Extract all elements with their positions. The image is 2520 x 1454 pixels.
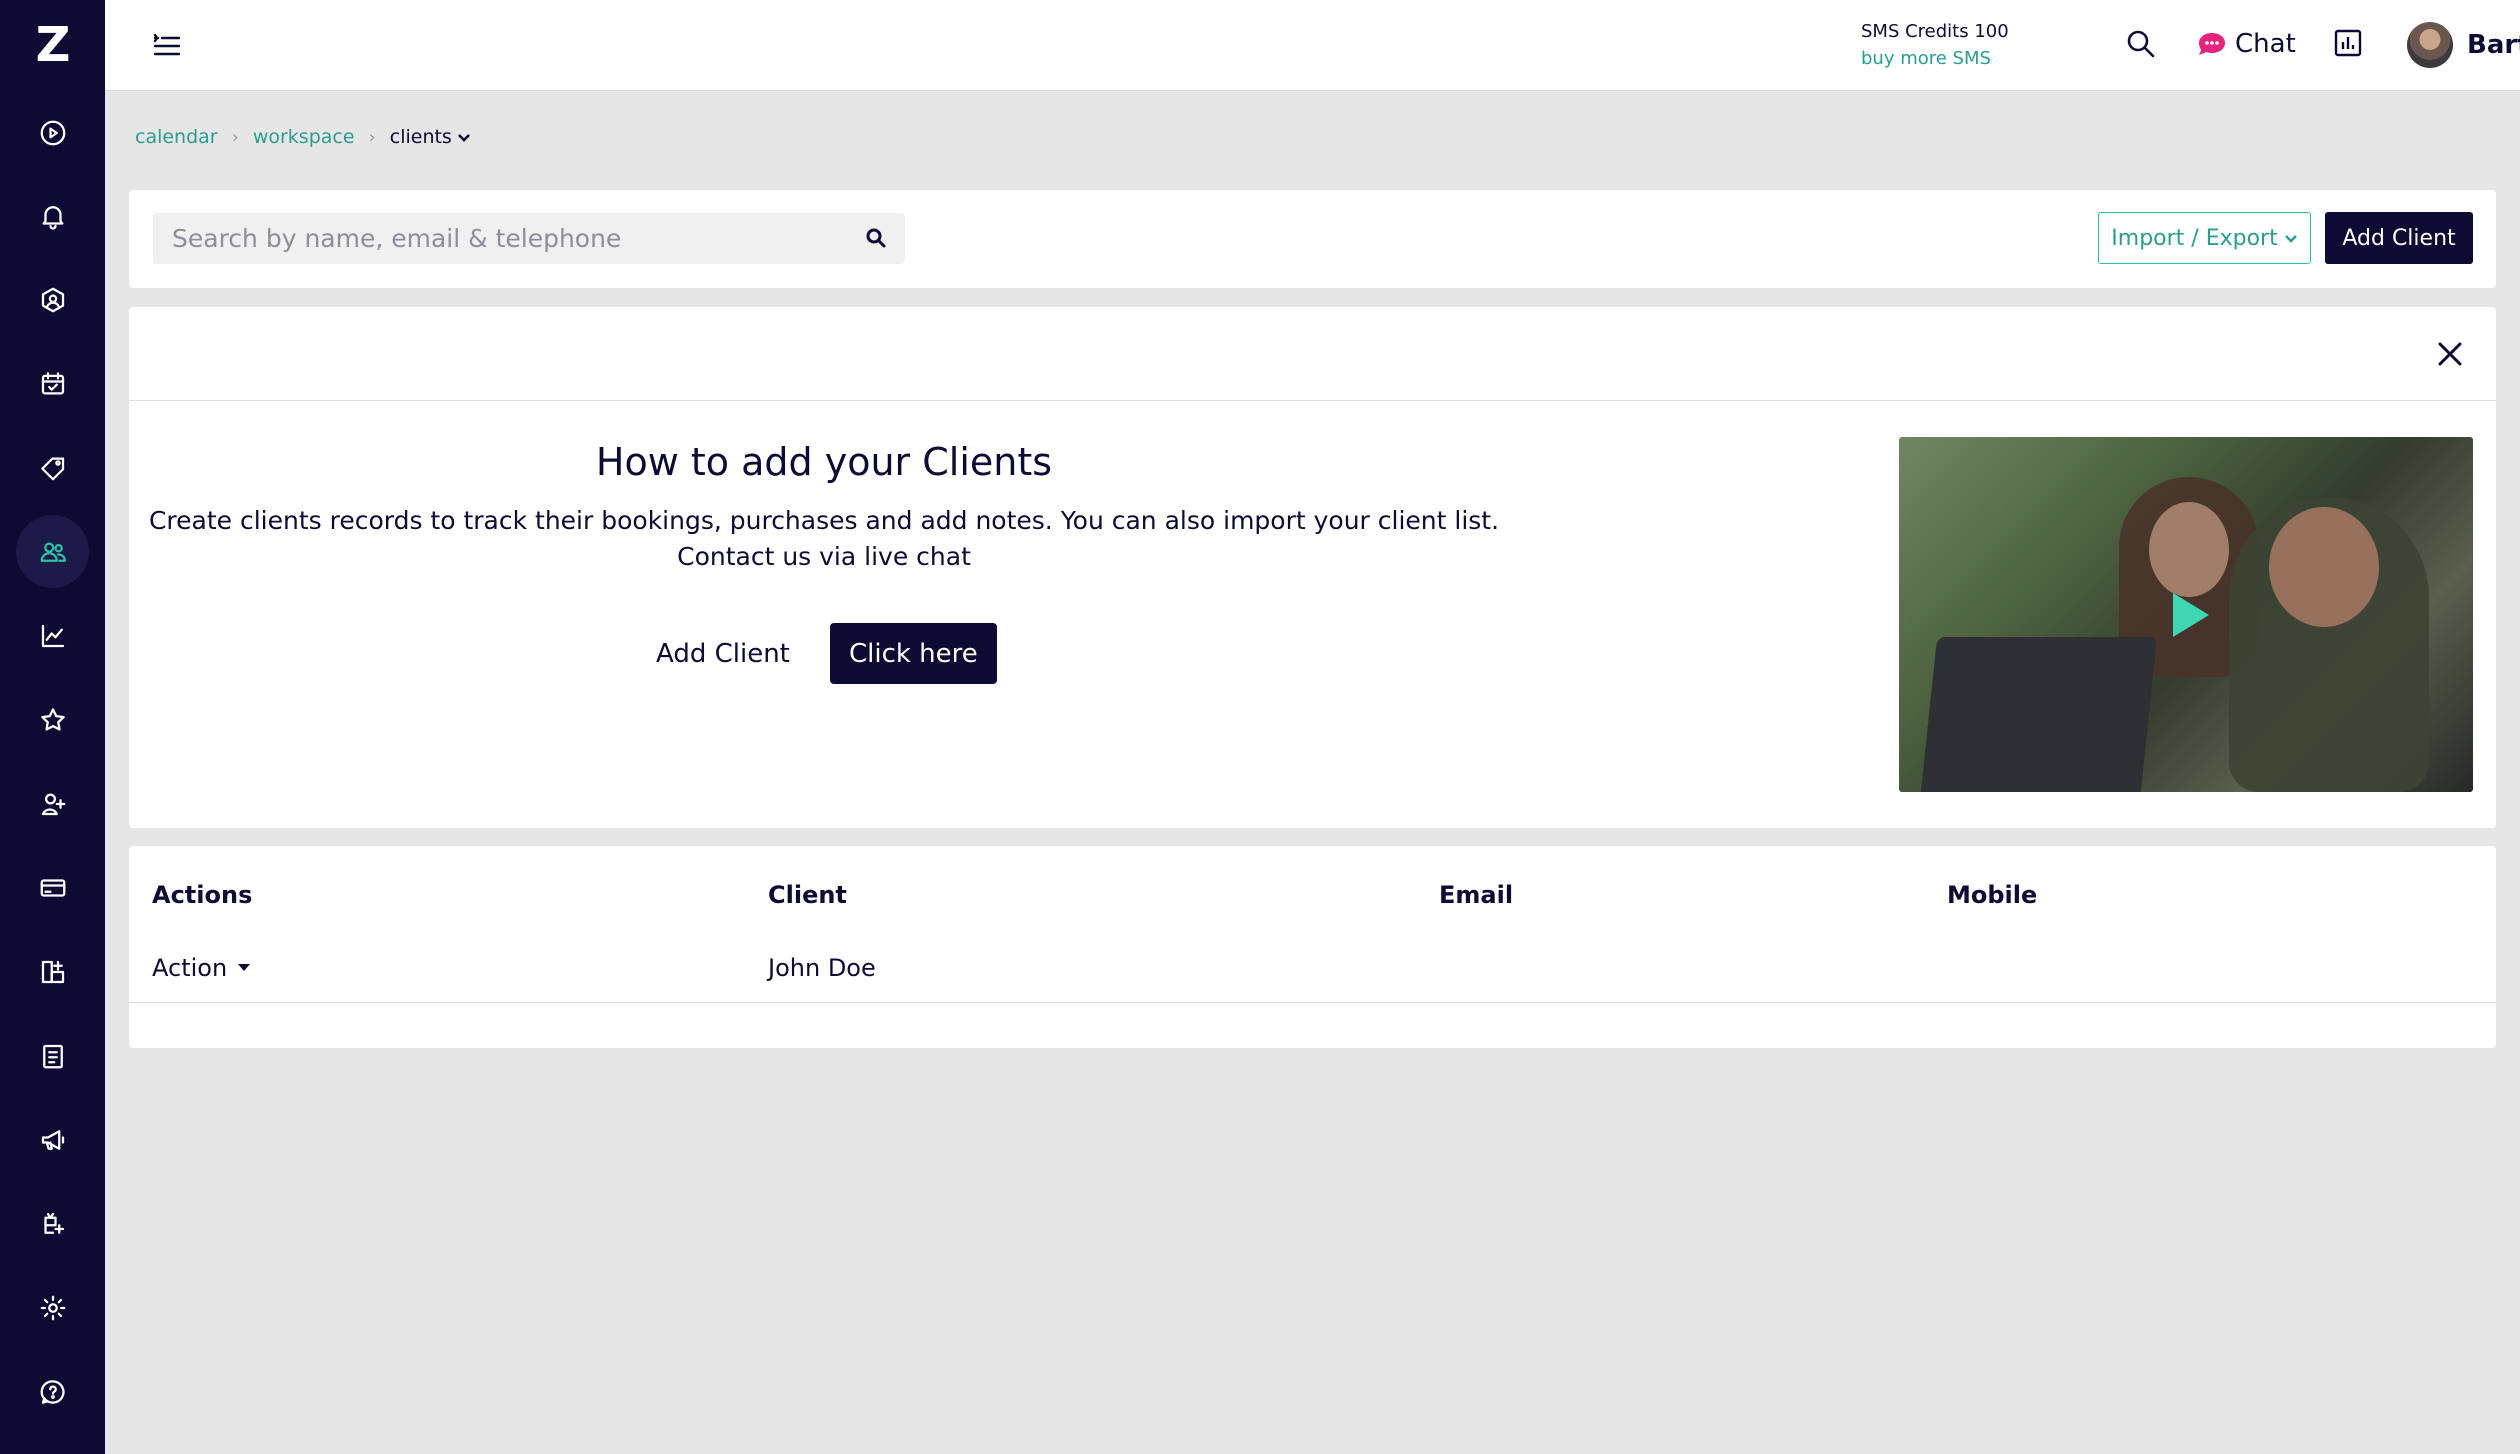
panel-description: Create clients records to track their bo…: [129, 503, 1519, 575]
tutorial-video[interactable]: [1899, 437, 2473, 792]
panel-title: How to add your Clients: [595, 440, 1053, 484]
bar-chart-icon: [2334, 29, 2362, 57]
sidebar-item-gift-icon[interactable]: [16, 1187, 89, 1260]
calendar-check-icon: [41, 371, 64, 394]
chat-button[interactable]: Chat: [2195, 26, 2296, 62]
tag-icon: [40, 457, 64, 480]
reports-button[interactable]: [2332, 27, 2364, 59]
column-header-client: Client: [768, 881, 847, 909]
sidebar-item-tag-icon[interactable]: [16, 431, 89, 504]
breadcrumb-workspace[interactable]: workspace: [253, 126, 355, 148]
breadcrumb: calendar › workspace › clients: [135, 126, 472, 148]
column-header-mobile: Mobile: [1947, 881, 2038, 909]
panel-description-line2: Contact us via live chat: [677, 542, 971, 571]
sidebar-item-gear-icon[interactable]: [16, 1271, 89, 1344]
search-icon[interactable]: [865, 227, 887, 249]
panel-description-line1: Create clients records to track their bo…: [148, 506, 1500, 535]
row-client-name[interactable]: John Doe: [768, 954, 876, 982]
star-icon: [40, 707, 65, 731]
onboarding-panel: How to add your Clients Create clients r…: [129, 307, 2496, 828]
gear-icon: [40, 1295, 65, 1320]
search-icon: [2127, 30, 2155, 58]
user-menu[interactable]: Bartek: [2407, 22, 2520, 68]
close-panel-button[interactable]: [2435, 339, 2465, 369]
app-logo[interactable]: Z: [34, 21, 72, 69]
client-search-input[interactable]: [153, 213, 853, 264]
avatar: [2407, 22, 2453, 68]
import-export-button[interactable]: Import / Export: [2098, 212, 2311, 264]
clipboard-icon: [42, 1044, 63, 1068]
topbar: SMS Credits 100 buy more SMS Chat Bartek: [105, 0, 2520, 91]
gift-icon: [43, 1212, 64, 1234]
sidebar-item-chart-line-icon[interactable]: [16, 599, 89, 672]
help-icon: [40, 1379, 65, 1404]
play-circle-icon: [40, 120, 65, 145]
breadcrumb-separator-icon: ›: [368, 126, 376, 148]
sidebar: Z: [0, 0, 105, 1454]
users-icon: [40, 542, 66, 562]
column-header-actions: Actions: [152, 881, 253, 909]
user-name: Bartek: [2467, 30, 2520, 60]
sidebar-item-apps-add-icon[interactable]: [16, 935, 89, 1008]
chat-bubble-icon: [2199, 33, 2225, 55]
sidebar-item-star-icon[interactable]: [16, 683, 89, 756]
panel-actions: Add Client Click here: [656, 623, 997, 684]
row-action-label: Action: [152, 954, 228, 982]
sidebar-item-help-icon[interactable]: [16, 1355, 89, 1428]
breadcrumb-calendar[interactable]: calendar: [135, 126, 218, 148]
row-divider: [129, 1002, 2496, 1003]
sidebar-item-user-plus-icon[interactable]: [16, 767, 89, 840]
menu-toggle-button[interactable]: [151, 30, 183, 62]
cube-icon: [41, 287, 64, 312]
sidebar-item-play-circle-icon[interactable]: [16, 96, 89, 169]
caret-down-icon: [238, 964, 251, 971]
clients-table: Actions Client Email Mobile Action John …: [129, 846, 2496, 1048]
play-icon[interactable]: [2159, 585, 2219, 645]
sidebar-item-calendar-check-icon[interactable]: [16, 347, 89, 420]
buy-more-sms-link[interactable]: buy more SMS: [1861, 45, 2009, 72]
sidebar-item-users-icon[interactable]: [16, 515, 89, 588]
column-header-email: Email: [1439, 881, 1514, 909]
credit-card-icon: [40, 878, 65, 897]
chat-label: Chat: [2235, 29, 2296, 59]
sidebar-item-megaphone-icon[interactable]: [16, 1103, 89, 1176]
divider: [129, 400, 2496, 401]
sidebar-item-credit-card-icon[interactable]: [16, 851, 89, 924]
add-client-button[interactable]: Add Client: [2325, 212, 2473, 264]
breadcrumb-current-dropdown[interactable]: clients: [390, 126, 472, 148]
click-here-button[interactable]: Click here: [829, 623, 997, 684]
import-export-label: Import / Export: [2111, 225, 2278, 251]
search-toolbar: Import / Export Add Client: [129, 190, 2496, 288]
breadcrumb-current-label: clients: [389, 126, 452, 148]
chevron-down-icon: [457, 134, 470, 142]
megaphone-icon: [41, 1129, 64, 1150]
menu-list-icon: [153, 33, 181, 56]
bell-icon: [42, 205, 63, 230]
sms-credits: SMS Credits 100 buy more SMS: [1861, 18, 2009, 72]
close-icon: [2438, 342, 2462, 366]
chart-line-icon: [41, 624, 64, 647]
user-plus-icon: [41, 793, 65, 815]
sidebar-item-clipboard-icon[interactable]: [16, 1019, 89, 1092]
sms-credits-label: SMS Credits 100: [1861, 21, 2009, 42]
add-client-label: Add Client: [656, 638, 790, 669]
sidebar-item-bell-icon[interactable]: [16, 179, 89, 252]
chevron-down-icon: [2284, 235, 2297, 243]
search-box: [153, 213, 905, 264]
global-search-button[interactable]: [2123, 26, 2159, 62]
apps-add-icon: [41, 960, 64, 983]
sidebar-item-cube-icon[interactable]: [16, 263, 89, 336]
breadcrumb-separator-icon: ›: [231, 126, 239, 148]
row-action-dropdown[interactable]: Action: [152, 954, 251, 982]
